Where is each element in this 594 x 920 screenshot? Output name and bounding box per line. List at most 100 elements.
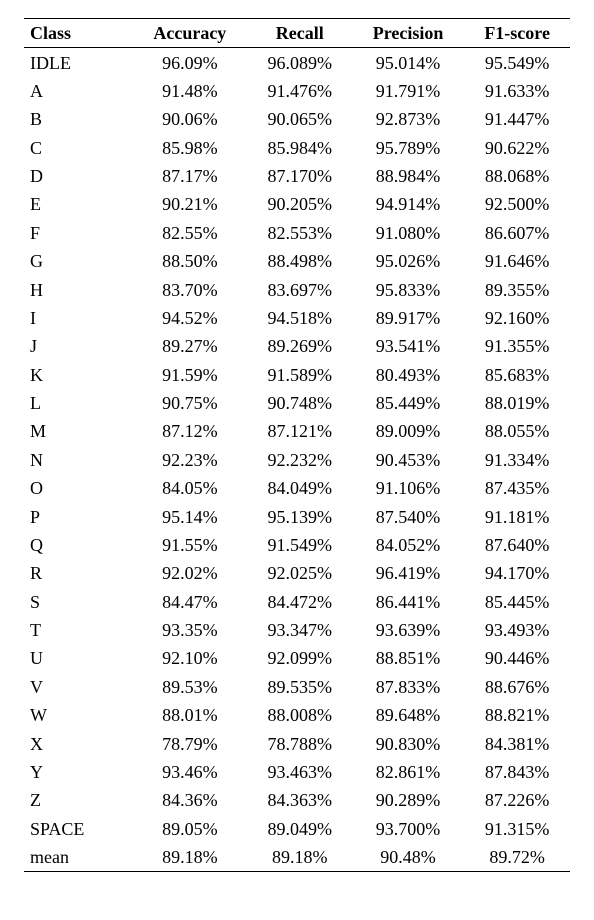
cell-recall: 96.089% [248, 48, 352, 77]
cell-accuracy: 87.17% [132, 162, 248, 190]
table-row: C85.98%85.984%95.789%90.622% [24, 134, 570, 162]
cell-recall: 92.232% [248, 446, 352, 474]
cell-f1: 89.355% [464, 275, 570, 303]
table-row: S84.47%84.472%86.441%85.445% [24, 588, 570, 616]
cell-class: mean [24, 843, 132, 872]
cell-precision: 88.851% [352, 644, 465, 672]
cell-class: S [24, 588, 132, 616]
table-row: L90.75%90.748%85.449%88.019% [24, 389, 570, 417]
col-header-class: Class [24, 19, 132, 48]
cell-f1: 90.446% [464, 644, 570, 672]
cell-accuracy: 88.01% [132, 701, 248, 729]
cell-class: K [24, 361, 132, 389]
cell-class: M [24, 417, 132, 445]
table-row: T93.35%93.347%93.639%93.493% [24, 616, 570, 644]
cell-class: J [24, 332, 132, 360]
cell-f1: 91.181% [464, 502, 570, 530]
cell-class: D [24, 162, 132, 190]
table-row: N92.23%92.232%90.453%91.334% [24, 446, 570, 474]
table-row: SPACE89.05%89.049%93.700%91.315% [24, 815, 570, 843]
cell-class: Z [24, 786, 132, 814]
cell-f1: 91.447% [464, 105, 570, 133]
cell-precision: 95.014% [352, 48, 465, 77]
cell-class: U [24, 644, 132, 672]
cell-precision: 92.873% [352, 105, 465, 133]
metrics-table: Class Accuracy Recall Precision F1-score… [24, 18, 570, 872]
table-row: H83.70%83.697%95.833%89.355% [24, 275, 570, 303]
cell-recall: 89.269% [248, 332, 352, 360]
cell-class: W [24, 701, 132, 729]
cell-recall: 82.553% [248, 219, 352, 247]
cell-f1: 85.445% [464, 588, 570, 616]
cell-precision: 90.830% [352, 729, 465, 757]
cell-recall: 90.748% [248, 389, 352, 417]
cell-precision: 94.914% [352, 190, 465, 218]
cell-accuracy: 90.75% [132, 389, 248, 417]
cell-class: Q [24, 531, 132, 559]
cell-accuracy: 82.55% [132, 219, 248, 247]
cell-precision: 95.789% [352, 134, 465, 162]
cell-accuracy: 84.05% [132, 474, 248, 502]
table-row: IDLE96.09%96.089%95.014%95.549% [24, 48, 570, 77]
table-row: D87.17%87.170%88.984%88.068% [24, 162, 570, 190]
cell-class: O [24, 474, 132, 502]
cell-class: IDLE [24, 48, 132, 77]
cell-precision: 93.541% [352, 332, 465, 360]
table-row: A91.48%91.476%91.791%91.633% [24, 77, 570, 105]
cell-precision: 93.700% [352, 815, 465, 843]
cell-precision: 87.833% [352, 673, 465, 701]
cell-recall: 90.065% [248, 105, 352, 133]
cell-class: V [24, 673, 132, 701]
cell-recall: 89.049% [248, 815, 352, 843]
table-row: Z84.36%84.363%90.289%87.226% [24, 786, 570, 814]
cell-recall: 78.788% [248, 729, 352, 757]
cell-f1: 95.549% [464, 48, 570, 77]
cell-class: G [24, 247, 132, 275]
cell-recall: 83.697% [248, 275, 352, 303]
cell-recall: 89.535% [248, 673, 352, 701]
cell-f1: 92.160% [464, 304, 570, 332]
cell-f1: 91.334% [464, 446, 570, 474]
cell-class: X [24, 729, 132, 757]
cell-precision: 91.106% [352, 474, 465, 502]
cell-class: C [24, 134, 132, 162]
table-row: W88.01%88.008%89.648%88.821% [24, 701, 570, 729]
cell-recall: 95.139% [248, 502, 352, 530]
cell-precision: 95.026% [352, 247, 465, 275]
metrics-table-page: Class Accuracy Recall Precision F1-score… [0, 0, 594, 892]
cell-accuracy: 89.18% [132, 843, 248, 872]
cell-precision: 95.833% [352, 275, 465, 303]
cell-class: I [24, 304, 132, 332]
cell-f1: 88.019% [464, 389, 570, 417]
table-row: G88.50%88.498%95.026%91.646% [24, 247, 570, 275]
cell-class: SPACE [24, 815, 132, 843]
cell-recall: 88.008% [248, 701, 352, 729]
cell-precision: 96.419% [352, 559, 465, 587]
cell-f1: 91.646% [464, 247, 570, 275]
cell-accuracy: 87.12% [132, 417, 248, 445]
cell-class: A [24, 77, 132, 105]
cell-f1: 88.068% [464, 162, 570, 190]
table-row: Y93.46%93.463%82.861%87.843% [24, 758, 570, 786]
cell-f1: 90.622% [464, 134, 570, 162]
cell-f1: 87.435% [464, 474, 570, 502]
cell-class: T [24, 616, 132, 644]
cell-accuracy: 96.09% [132, 48, 248, 77]
table-row: P95.14%95.139%87.540%91.181% [24, 502, 570, 530]
cell-recall: 92.099% [248, 644, 352, 672]
cell-precision: 90.453% [352, 446, 465, 474]
cell-f1: 84.381% [464, 729, 570, 757]
cell-precision: 87.540% [352, 502, 465, 530]
cell-f1: 94.170% [464, 559, 570, 587]
table-row: E90.21%90.205%94.914%92.500% [24, 190, 570, 218]
cell-class: H [24, 275, 132, 303]
cell-accuracy: 94.52% [132, 304, 248, 332]
cell-f1: 93.493% [464, 616, 570, 644]
cell-recall: 87.121% [248, 417, 352, 445]
cell-recall: 91.476% [248, 77, 352, 105]
cell-f1: 87.226% [464, 786, 570, 814]
cell-accuracy: 89.53% [132, 673, 248, 701]
cell-accuracy: 92.23% [132, 446, 248, 474]
cell-precision: 90.48% [352, 843, 465, 872]
cell-accuracy: 93.46% [132, 758, 248, 786]
